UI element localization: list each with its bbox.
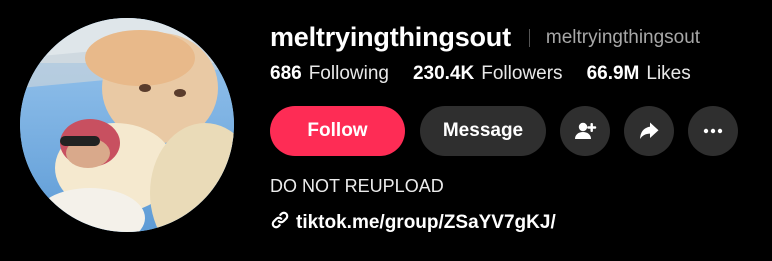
profile-bio: DO NOT REUPLOAD [270, 176, 444, 196]
profile-link[interactable]: tiktok.me/group/ZSaYV7gKJ/ [270, 210, 556, 235]
stat-followers[interactable]: 230.4K Followers [413, 63, 563, 85]
username: meltryingthingsout [270, 22, 511, 52]
add-friend-button[interactable] [560, 106, 610, 156]
action-buttons: Follow Message [270, 106, 752, 156]
share-icon [637, 119, 661, 143]
likes-count: 66.9M [586, 63, 640, 84]
nickname: meltryingthingsout [545, 26, 701, 48]
title-separator [528, 28, 530, 47]
likes-label: Likes [646, 63, 691, 84]
following-label: Following [308, 63, 389, 84]
link-icon [270, 210, 296, 235]
profile-title-row: meltryingthingsout meltryingthingsout [270, 22, 700, 53]
followers-count: 230.4K [412, 63, 475, 84]
message-button[interactable]: Message [420, 106, 546, 156]
add-friend-icon [573, 119, 597, 143]
share-button[interactable] [624, 106, 674, 156]
stat-following[interactable]: 686 Following [270, 63, 389, 85]
stat-likes: 66.9M Likes [587, 63, 691, 85]
stats-row: 686 Following 230.4K Followers 66.9M Lik… [270, 63, 715, 85]
followers-label: Followers [481, 63, 563, 84]
more-icon [701, 119, 725, 143]
following-count: 686 [270, 63, 302, 84]
follow-button[interactable]: Follow [270, 106, 405, 156]
link-text[interactable]: tiktok.me/group/ZSaYV7gKJ/ [296, 212, 556, 234]
profile-avatar[interactable] [20, 18, 234, 232]
more-button[interactable] [688, 106, 738, 156]
